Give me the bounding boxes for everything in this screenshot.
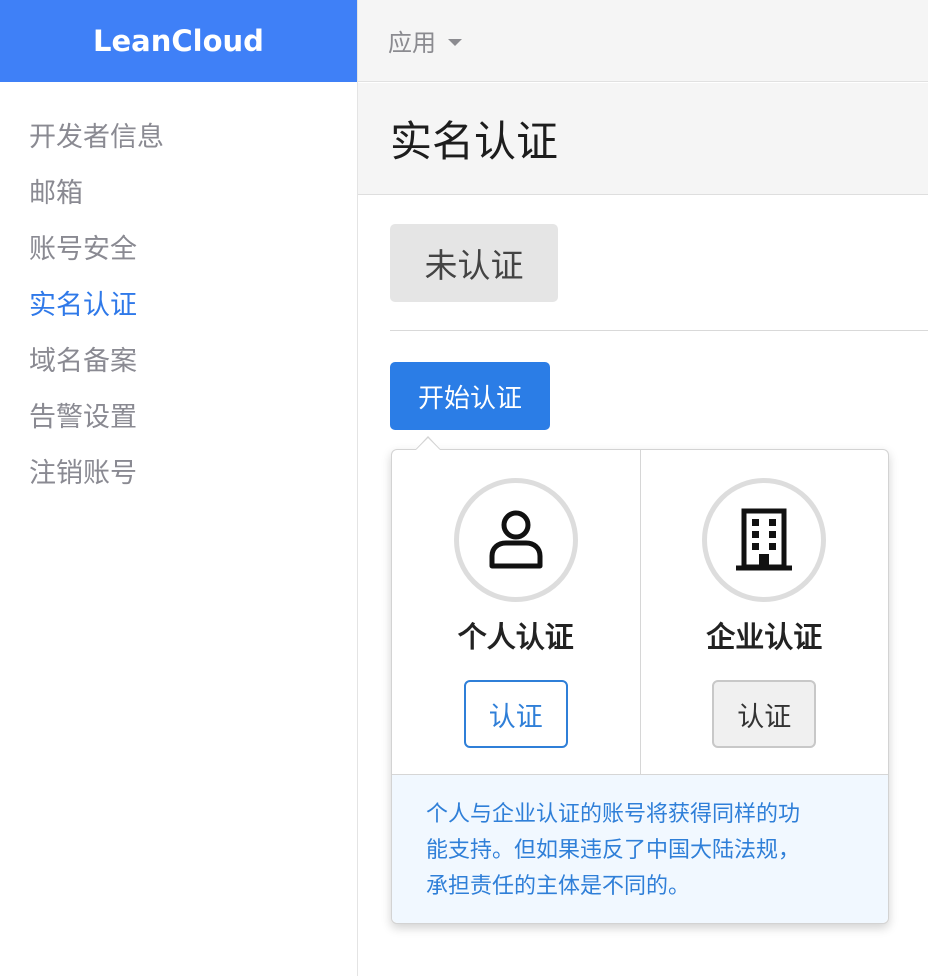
verification-options: 个人认证 认证 企业认证 认证 bbox=[392, 450, 888, 775]
sidebar-item-real-name-verification[interactable]: 实名认证 bbox=[0, 278, 357, 334]
enterprise-verify-button[interactable]: 认证 bbox=[712, 680, 817, 748]
brand-logo[interactable]: LeanCloud bbox=[0, 0, 357, 82]
person-icon bbox=[489, 510, 543, 569]
sidebar-item-email[interactable]: 邮箱 bbox=[0, 166, 357, 222]
sidebar-item-close-account[interactable]: 注销账号 bbox=[0, 446, 357, 502]
brand-name: LeanCloud bbox=[93, 24, 264, 58]
app-switcher-label: 应用 bbox=[388, 29, 436, 57]
topbar: 应用 bbox=[358, 0, 928, 82]
divider bbox=[390, 330, 928, 331]
building-icon bbox=[736, 508, 793, 571]
start-verification-button[interactable]: 开始认证 bbox=[390, 362, 550, 430]
status-badge: 未认证 bbox=[390, 224, 558, 302]
sidebar: LeanCloud 开发者信息 邮箱 账号安全 实名认证 域名备案 告警设置 注… bbox=[0, 0, 358, 976]
app-switcher[interactable]: 应用 bbox=[388, 23, 462, 58]
personal-verification-title: 个人认证 bbox=[457, 620, 574, 654]
sidebar-item-developer-info[interactable]: 开发者信息 bbox=[0, 110, 357, 166]
enterprise-verification-option: 企业认证 认证 bbox=[639, 450, 889, 774]
sidebar-item-alert-settings[interactable]: 告警设置 bbox=[0, 390, 357, 446]
enterprise-verification-title: 企业认证 bbox=[706, 620, 823, 654]
sidebar-item-domain-filing[interactable]: 域名备案 bbox=[0, 334, 357, 390]
note-line: 承担责任的主体是不同的。 bbox=[426, 874, 691, 899]
verification-note: 个人与企业认证的账号将获得同样的功 能支持。但如果违反了中国大陆法规， 承担责任… bbox=[392, 775, 888, 923]
verification-type-popover: 个人认证 认证 企业认证 认证 个人与企业认证的账号将获得同样的功 能支持。但如… bbox=[391, 449, 889, 924]
sidebar-nav: 开发者信息 邮箱 账号安全 实名认证 域名备案 告警设置 注销账号 bbox=[0, 82, 357, 502]
page-title: 实名认证 bbox=[390, 117, 559, 166]
personal-verification-option: 个人认证 认证 bbox=[392, 450, 640, 774]
personal-verify-button[interactable]: 认证 bbox=[463, 680, 568, 748]
popover-arrow-fill bbox=[416, 438, 440, 450]
note-line: 个人与企业认证的账号将获得同样的功 bbox=[426, 802, 801, 827]
caret-down-icon bbox=[448, 38, 462, 46]
note-line: 能支持。但如果违反了中国大陆法规， bbox=[426, 838, 801, 863]
enterprise-icon-circle bbox=[702, 478, 827, 602]
sidebar-item-account-security[interactable]: 账号安全 bbox=[0, 222, 357, 278]
personal-icon-circle bbox=[453, 478, 578, 602]
page-header: 实名认证 bbox=[358, 83, 928, 195]
